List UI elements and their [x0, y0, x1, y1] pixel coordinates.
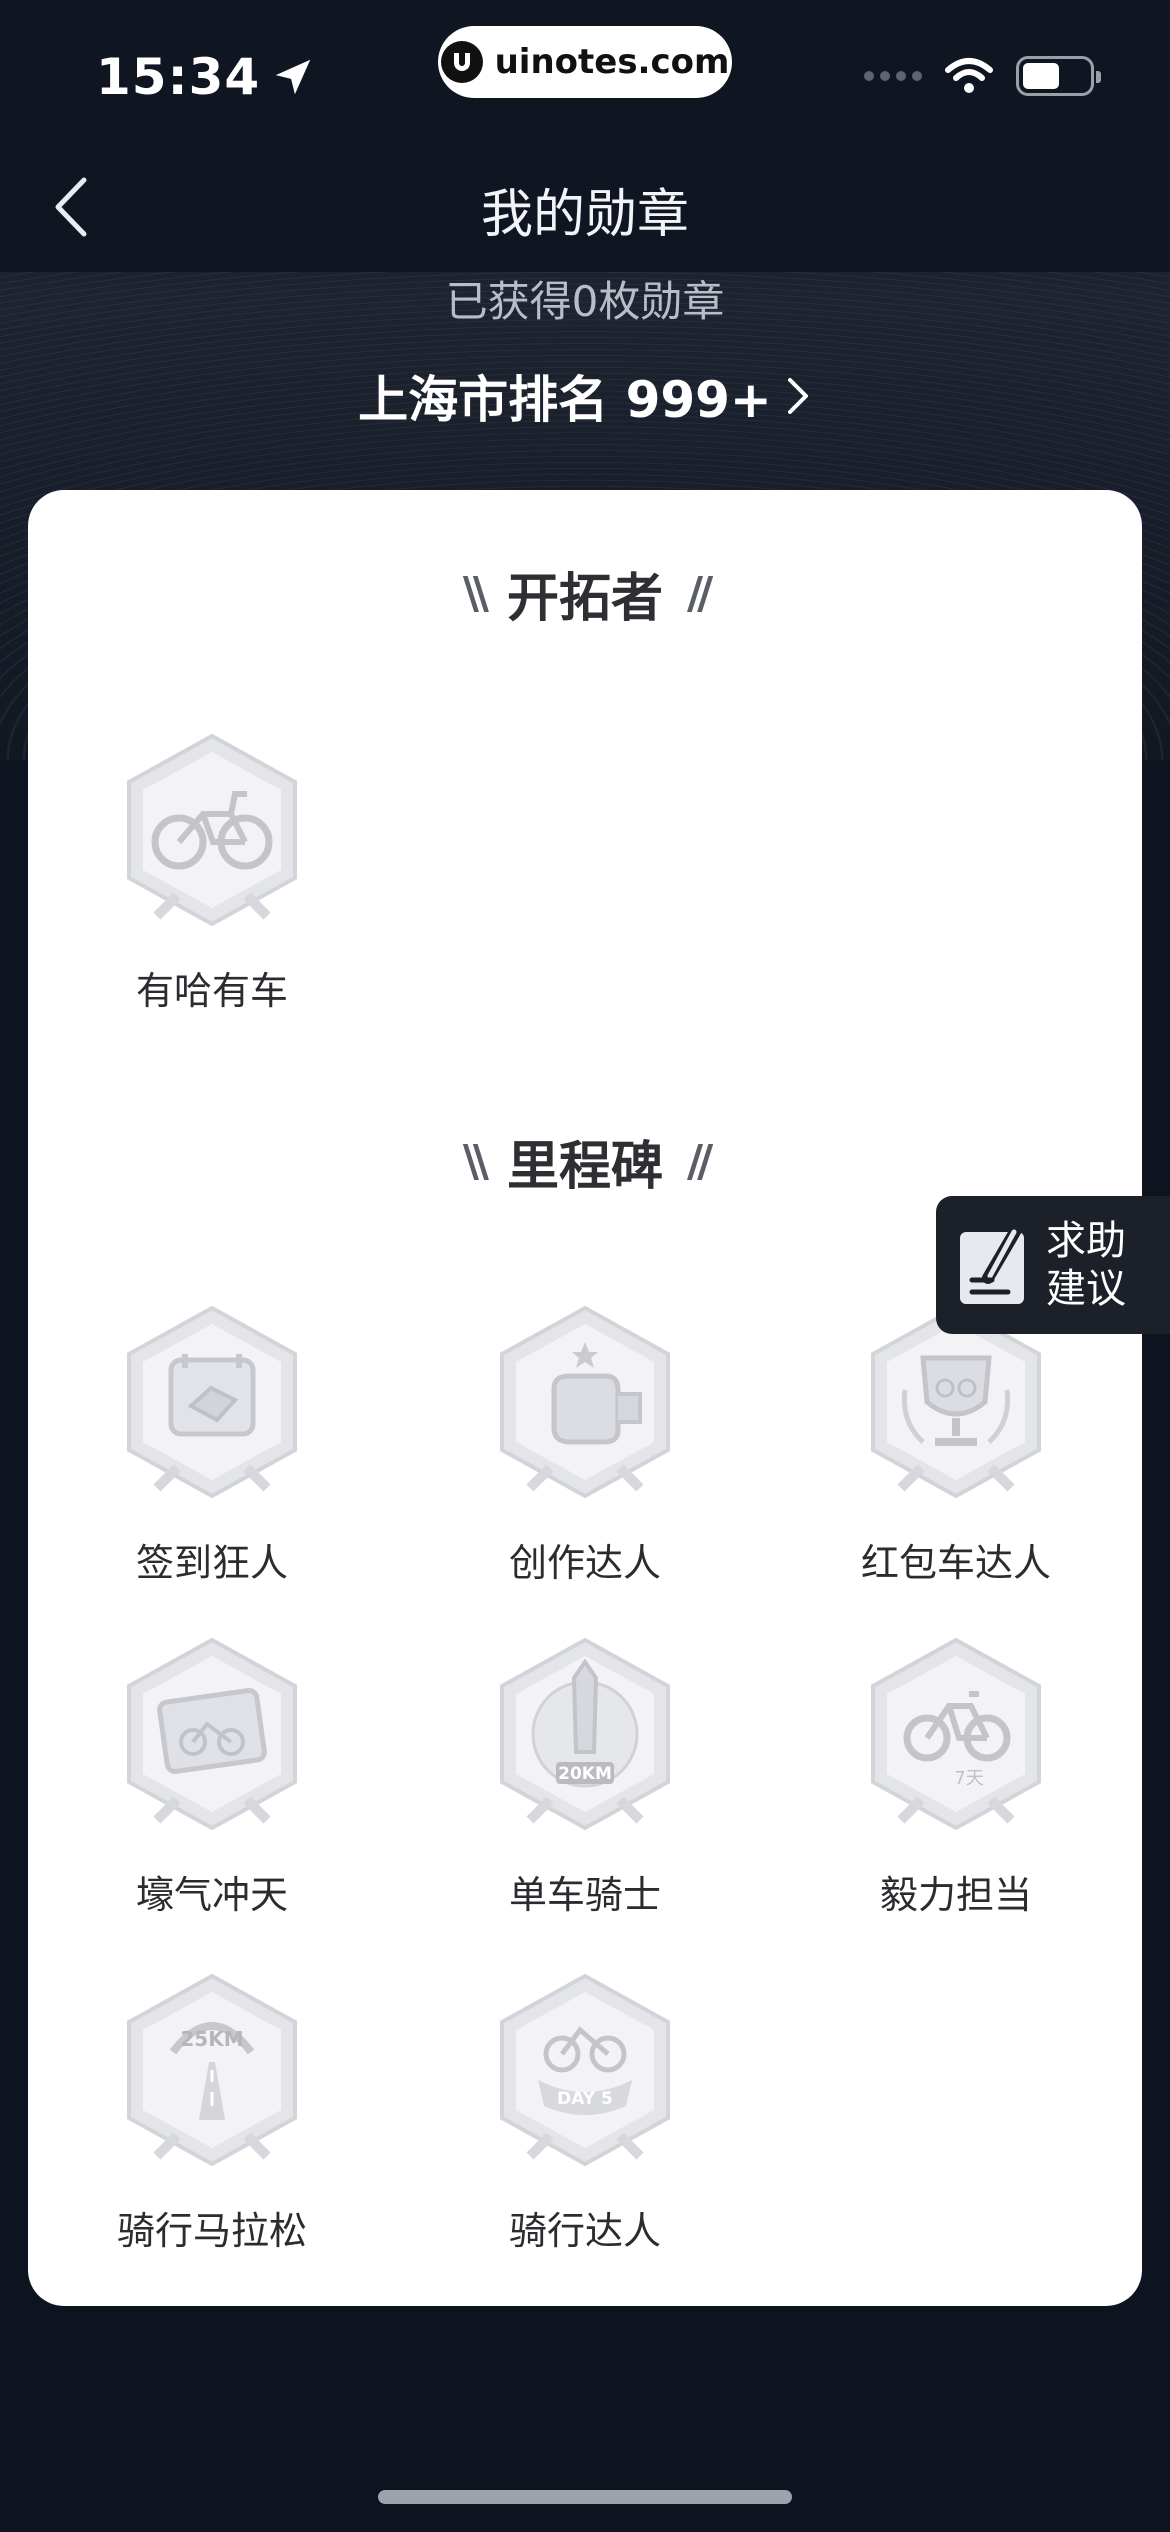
- road-25km-icon: 25KM: [127, 1973, 297, 2167]
- help-text: 求助 建议: [1046, 1217, 1126, 1313]
- section-title-milestone: \\ 里程碑 //: [28, 1124, 1142, 1199]
- badge-item[interactable]: 红包车达人: [806, 1302, 1106, 1602]
- badge-label: 单车骑士: [508, 1873, 661, 1917]
- help-line-2: 建议: [1046, 1266, 1126, 1312]
- badge-label: 骑行马拉松: [116, 2209, 307, 2253]
- bike-day5-icon: DAY 5: [500, 1973, 670, 2167]
- page-title: 我的勋章: [480, 185, 689, 245]
- signal-dots-icon: [864, 71, 922, 81]
- calendar-icon: [127, 1305, 297, 1499]
- time-text: 15:34: [96, 48, 261, 106]
- badge-label: 毅力担当: [879, 1873, 1032, 1917]
- badge-label: 红包车达人: [860, 1541, 1051, 1585]
- badge-day-text: DAY 5: [557, 2089, 613, 2109]
- bike-7days-icon: 7天: [871, 1637, 1041, 1831]
- badge-label: 签到狂人: [135, 1541, 288, 1585]
- url-text: uinotes.com: [494, 42, 730, 82]
- site-logo-icon: [440, 41, 483, 83]
- badge-distance-text: 25KM: [180, 2027, 243, 2051]
- badge-distance-text: 20KM: [558, 1764, 612, 1784]
- left-slashes-icon: \\: [462, 568, 489, 619]
- badge-item[interactable]: 创作达人: [435, 1302, 735, 1602]
- badge-days-text: 7天: [954, 1768, 983, 1789]
- badges-card: \\ 开拓者 // 有哈有车 \\ 里程碑 // 签到狂人 创作达人 红包车达人…: [28, 490, 1142, 2306]
- help-line-1: 求助: [1046, 1218, 1126, 1264]
- status-indicators: [864, 56, 1101, 96]
- home-indicator[interactable]: [378, 2490, 792, 2504]
- badge-item[interactable]: 有哈有车: [62, 730, 362, 1030]
- location-arrow-icon: [275, 59, 311, 95]
- badge-label: 有哈有车: [135, 969, 288, 1013]
- url-pill[interactable]: uinotes.com: [438, 26, 732, 98]
- left-slashes-icon: \\: [462, 1136, 489, 1187]
- section-title-pioneer: \\ 开拓者 //: [28, 556, 1142, 631]
- section-title-text: 里程碑: [506, 1137, 663, 1197]
- bike-icon: [127, 733, 297, 927]
- sword-20km-icon: 20KM: [500, 1637, 670, 1831]
- badge-count-text: 已获得0枚勋章: [445, 277, 725, 326]
- badge-item[interactable]: 7天 毅力担当: [806, 1634, 1106, 1934]
- badge-label: 壕气冲天: [135, 1873, 288, 1917]
- badge-item[interactable]: DAY 5 骑行达人: [435, 1970, 735, 2270]
- badge-item[interactable]: 20KM 单车骑士: [435, 1634, 735, 1934]
- badge-item[interactable]: 签到狂人: [62, 1302, 362, 1602]
- badge-label: 创作达人: [508, 1541, 661, 1585]
- help-suggestion-button[interactable]: 求助 建议: [936, 1196, 1170, 1334]
- badge-label: 骑行达人: [508, 2209, 661, 2253]
- city-rank-text: 上海市排名 999+: [358, 371, 772, 429]
- note-pen-icon: [960, 1224, 1024, 1304]
- right-slashes-icon: //: [687, 568, 713, 619]
- section-title-text: 开拓者: [506, 569, 663, 629]
- chevron-right-icon: [787, 378, 808, 414]
- wifi-icon: [945, 58, 993, 93]
- city-rank-link[interactable]: 上海市排名 999+: [0, 360, 1170, 432]
- status-time: 15:34: [96, 48, 316, 106]
- right-slashes-icon: //: [687, 1136, 713, 1187]
- battery-icon: [1016, 56, 1101, 96]
- badge-item[interactable]: 壕气冲天: [62, 1634, 362, 1934]
- pen-hand-icon: [500, 1305, 670, 1499]
- badge-item[interactable]: 25KM 骑行马拉松: [62, 1970, 362, 2270]
- card-bike-icon: [127, 1637, 297, 1831]
